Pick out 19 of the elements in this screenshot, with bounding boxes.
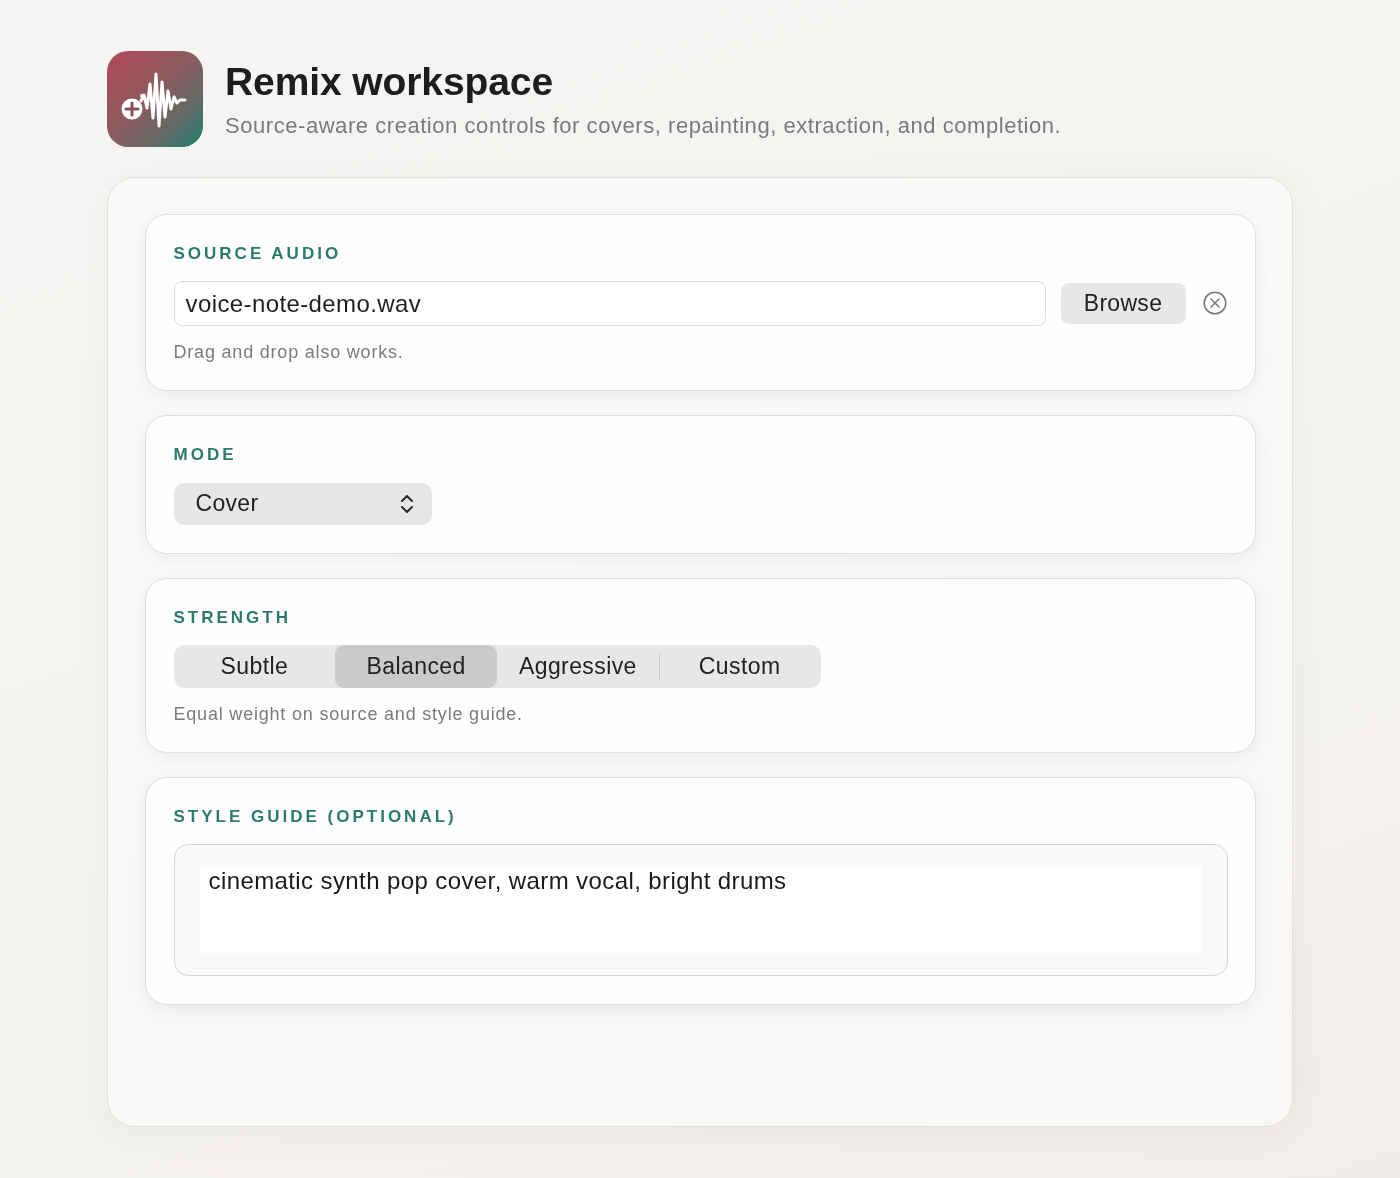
strength-option[interactable]: Subtle [173,644,336,688]
file-name-field[interactable]: voice-note-demo.wav [173,280,1046,326]
browse-button[interactable]: Browse [1060,282,1186,324]
hint-text: Drag and drop also works. [173,341,404,362]
hint-text: Equal weight on source and style guide. [173,703,523,724]
page-title: Remix workspace [225,60,554,104]
section-label: MODE [173,444,237,465]
page-subtitle: Source-aware creation controls for covers, repainting, extraction, and completion. [225,113,1062,139]
section-label: STYLE GUIDE (OPTIONAL) [173,806,457,827]
section-label: SOURCE AUDIO [173,243,342,264]
strength-option[interactable]: Aggressive [497,644,659,688]
mode-select[interactable]: Cover [173,482,432,525]
app-icon [107,51,203,147]
strength-option[interactable]: Custom [658,644,821,688]
strength-option[interactable]: Balanced [335,644,497,688]
chevron-updown-icon [399,492,414,515]
style-guide-field[interactable]: cinematic synth pop cover, warm vocal, bright drums [173,843,1228,976]
section-label: STRENGTH [173,607,291,628]
clear-icon[interactable] [1202,291,1227,315]
